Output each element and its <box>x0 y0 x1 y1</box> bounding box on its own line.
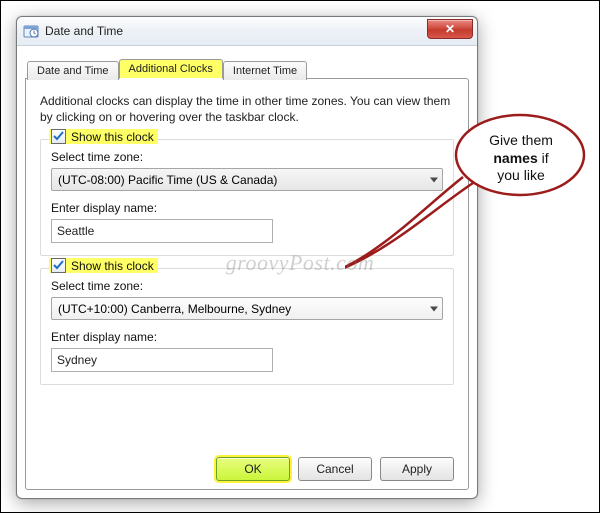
tab-internet-time[interactable]: Internet Time <box>223 61 307 80</box>
button-row: OK Cancel Apply <box>216 457 454 481</box>
titlebar: Date and Time ✕ <box>17 17 477 46</box>
ok-button[interactable]: OK <box>216 457 290 481</box>
clock2-timezone-value: (UTC+10:00) Canberra, Melbourne, Sydney <box>58 302 291 316</box>
window-title: Date and Time <box>45 24 123 38</box>
clock1-name-value: Seattle <box>57 224 94 238</box>
clock2-show-wrap: Show this clock <box>49 258 158 273</box>
chevron-down-icon <box>430 306 438 311</box>
clock2-name-input[interactable]: Sydney <box>51 348 273 372</box>
clock1-name-input[interactable]: Seattle <box>51 219 273 243</box>
clock2-tz-label: Select time zone: <box>51 279 443 293</box>
clock2-show-checkbox[interactable] <box>51 258 66 273</box>
client-area: Date and Time Additional Clocks Internet… <box>25 53 469 490</box>
panel-description: Additional clocks can display the time i… <box>40 93 454 125</box>
apply-button[interactable]: Apply <box>380 457 454 481</box>
clock1-show-label: Show this clock <box>71 130 154 144</box>
clock2-timezone-select[interactable]: (UTC+10:00) Canberra, Melbourne, Sydney <box>51 297 443 320</box>
clock1-tz-label: Select time zone: <box>51 150 443 164</box>
cancel-button[interactable]: Cancel <box>298 457 372 481</box>
clock1-timezone-value: (UTC-08:00) Pacific Time (US & Canada) <box>58 173 277 187</box>
clock2-show-label: Show this clock <box>71 259 154 273</box>
clock1-name-label: Enter display name: <box>51 201 443 215</box>
clock1-show-checkbox[interactable] <box>51 129 66 144</box>
clock1-timezone-select[interactable]: (UTC-08:00) Pacific Time (US & Canada) <box>51 168 443 191</box>
chevron-down-icon <box>430 177 438 182</box>
clock-icon <box>23 23 39 39</box>
tab-date-and-time[interactable]: Date and Time <box>27 61 119 80</box>
tabpanel-additional-clocks: Additional clocks can display the time i… <box>25 78 469 490</box>
tabstrip: Date and Time Additional Clocks Internet… <box>25 57 469 79</box>
tab-additional-clocks[interactable]: Additional Clocks <box>119 59 223 79</box>
clock2-name-label: Enter display name: <box>51 330 443 344</box>
close-button[interactable]: ✕ <box>427 19 473 39</box>
clock1-group: Show this clock Select time zone: (UTC-0… <box>40 139 454 256</box>
clock2-name-value: Sydney <box>57 353 97 367</box>
clock1-show-wrap: Show this clock <box>49 129 158 144</box>
dialog-window: Date and Time ✕ Date and Time Additional… <box>16 16 478 499</box>
close-icon: ✕ <box>445 22 455 36</box>
clock2-group: Show this clock Select time zone: (UTC+1… <box>40 268 454 385</box>
